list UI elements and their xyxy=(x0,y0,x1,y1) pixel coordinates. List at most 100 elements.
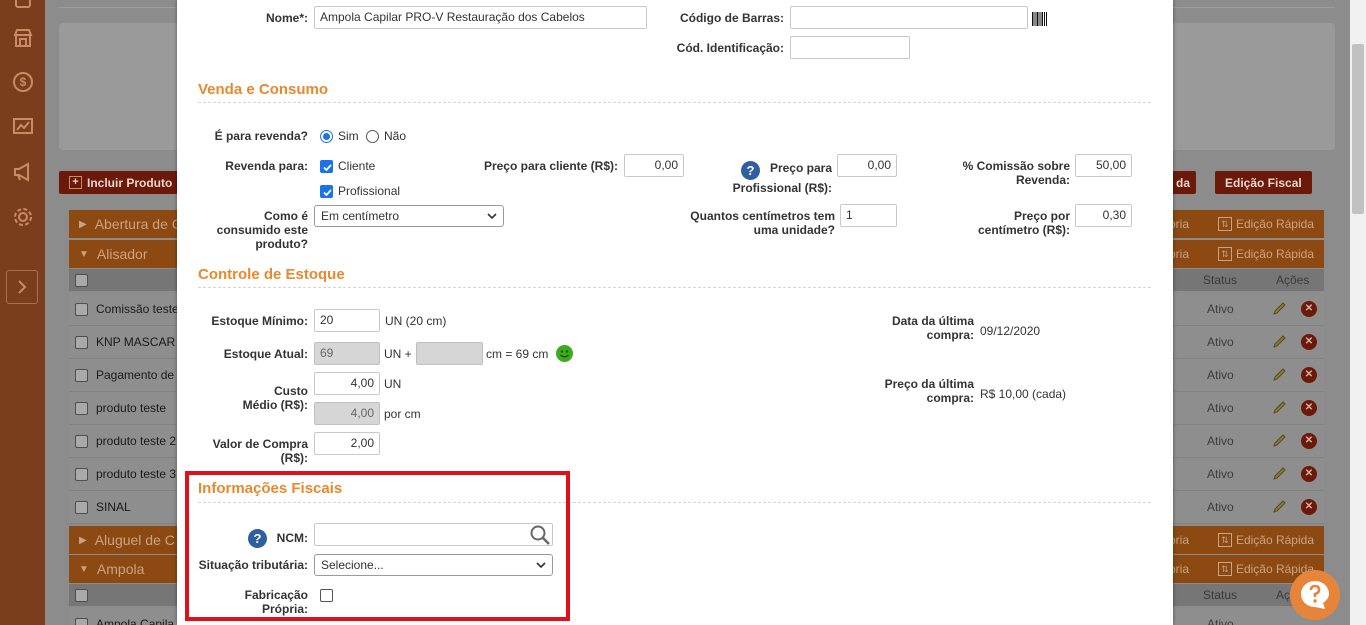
edit-icon[interactable] xyxy=(1272,499,1287,514)
row-status: Ativo xyxy=(1207,368,1234,382)
chevron-down-icon xyxy=(487,213,497,220)
include-product-button[interactable]: + Incluir Produto xyxy=(59,171,183,194)
avg-cost-label-1: Custo xyxy=(274,384,308,398)
purchase-value-input[interactable]: 2,00 xyxy=(314,432,380,455)
delete-icon[interactable]: ✕ xyxy=(1301,433,1317,449)
id-code-input[interactable] xyxy=(790,36,910,59)
client-price-label: Preço para cliente (R$): xyxy=(483,159,618,173)
professional-checkbox[interactable] xyxy=(320,185,333,198)
quick-edit-link[interactable]: ⇅ Edição Rápida xyxy=(1217,217,1314,231)
barcode-icon[interactable] xyxy=(1032,12,1047,26)
prof-price-label-2: Profissional (R$): xyxy=(732,181,832,195)
edit-icon[interactable] xyxy=(1272,400,1287,415)
delete-icon[interactable]: ✕ xyxy=(1301,334,1317,350)
row-name: produto teste 2 xyxy=(96,434,177,448)
row-checkbox[interactable] xyxy=(75,468,88,481)
min-stock-input[interactable]: 20 xyxy=(314,309,380,332)
dollar-icon[interactable]: $ xyxy=(11,70,35,94)
row-status: Ativo xyxy=(1207,467,1234,481)
section-title-stock: Controle de Estoque xyxy=(198,266,345,283)
include-product-label: Incluir Produto xyxy=(87,175,173,190)
delete-icon[interactable]: ✕ xyxy=(1301,400,1317,416)
avg-cost-input[interactable]: 4,00 xyxy=(314,372,380,395)
name-input[interactable]: Ampola Capilar PRO-V Restauração dos Cab… xyxy=(314,6,647,29)
select-all-checkbox[interactable] xyxy=(75,589,88,602)
row-status: Ativo xyxy=(1207,335,1234,349)
chevron-right-icon xyxy=(18,280,27,294)
professional-label: Profissional xyxy=(338,184,401,198)
help-chat-icon xyxy=(1301,581,1329,609)
edit-icon[interactable] xyxy=(1272,367,1287,382)
row-checkbox[interactable] xyxy=(75,336,88,349)
client-checkbox[interactable] xyxy=(320,160,333,173)
current-stock-cm-input xyxy=(416,342,483,365)
support-chat-button[interactable] xyxy=(1290,570,1340,620)
help-icon[interactable]: ? xyxy=(741,161,760,180)
section-title-sales: Venda e Consumo xyxy=(198,81,329,98)
home-icon[interactable] xyxy=(11,0,35,16)
consumed-label-3: produto? xyxy=(255,237,308,251)
store-icon[interactable] xyxy=(11,26,35,50)
client-label: Cliente xyxy=(338,159,376,173)
edit-icon[interactable] xyxy=(1272,334,1287,349)
resale-yes-label: Sim xyxy=(338,129,359,143)
resale-no-label: Não xyxy=(384,129,407,143)
avg-cost-unit: UN xyxy=(384,377,402,391)
resale-no-radio[interactable] xyxy=(366,130,379,143)
expand-arrow-icon: ▶ xyxy=(79,534,87,546)
barcode-input[interactable] xyxy=(790,6,1028,29)
expand-arrow-icon: ▶ xyxy=(79,218,87,230)
row-checkbox[interactable] xyxy=(75,435,88,448)
edit-icon[interactable] xyxy=(1272,301,1287,316)
client-price-input[interactable]: 0,00 xyxy=(624,154,684,177)
price-per-cm-label-2: centímetro (R$): xyxy=(977,223,1070,237)
consumption-select[interactable]: Em centímetro xyxy=(314,205,504,227)
units-label-1: Quantos centímetros tem xyxy=(690,209,835,223)
consumed-label-1: Como é xyxy=(263,209,308,223)
quick-edit-link[interactable]: ⇅ Edição Rápida xyxy=(1217,247,1314,261)
resale-yes-radio[interactable] xyxy=(320,130,333,143)
current-stock-input: 69 xyxy=(314,342,380,365)
row-status: Ativo xyxy=(1207,434,1234,448)
row-checkbox[interactable] xyxy=(75,303,88,316)
edit-icon[interactable] xyxy=(1272,466,1287,481)
prof-price-input[interactable]: 0,00 xyxy=(837,154,897,177)
gear-icon[interactable] xyxy=(11,205,35,229)
price-per-cm-input[interactable]: 0,30 xyxy=(1075,204,1132,227)
commission-input[interactable]: 50,00 xyxy=(1075,154,1132,177)
quick-edit-label: Edição Rápida xyxy=(1235,533,1314,547)
row-name: produto teste 3 xyxy=(96,467,177,481)
consumption-select-value: Em centímetro xyxy=(321,209,400,223)
row-checkbox[interactable] xyxy=(75,402,88,415)
edit-icon[interactable] xyxy=(1272,433,1287,448)
row-checkbox[interactable] xyxy=(75,369,88,382)
row-name: Ampola Capila xyxy=(96,617,175,625)
row-status: Ativo xyxy=(1207,500,1234,514)
fiscal-edit-button[interactable]: Edição Fiscal xyxy=(1215,171,1312,194)
chart-icon[interactable] xyxy=(11,115,35,139)
units-label-2: uma unidade? xyxy=(753,223,835,237)
svg-text:$: $ xyxy=(20,75,27,89)
delete-icon[interactable]: ✕ xyxy=(1301,367,1317,383)
scrollbar-thumb[interactable] xyxy=(1352,44,1364,214)
commission-label-2: Revenda: xyxy=(1015,173,1070,187)
row-checkbox[interactable] xyxy=(75,501,88,514)
units-input[interactable]: 1 xyxy=(840,204,897,227)
name-label: Nome*: xyxy=(265,11,308,25)
megaphone-icon[interactable] xyxy=(11,160,35,184)
resale-label: É para revenda? xyxy=(214,129,308,143)
avg-cost-cm-unit: por cm xyxy=(384,407,421,421)
last-purchase-date-label-2: compra: xyxy=(926,328,974,342)
purchase-label-2: (R$): xyxy=(280,451,308,465)
consumed-label-2: consumido este xyxy=(216,223,308,237)
row-name: KNP MASCAR xyxy=(96,335,176,349)
quick-edit-link[interactable]: ⇅ Edição Rápida xyxy=(1217,533,1314,547)
row-checkbox[interactable] xyxy=(75,618,88,625)
delete-icon[interactable]: ✕ xyxy=(1301,466,1317,482)
current-stock-label: Estoque Atual: xyxy=(223,347,308,361)
expand-nav-button[interactable] xyxy=(6,270,38,304)
select-all-checkbox[interactable] xyxy=(75,274,88,287)
delete-icon[interactable]: ✕ xyxy=(1301,301,1317,317)
left-navigation: $ xyxy=(0,0,45,625)
delete-icon[interactable]: ✕ xyxy=(1301,499,1317,515)
